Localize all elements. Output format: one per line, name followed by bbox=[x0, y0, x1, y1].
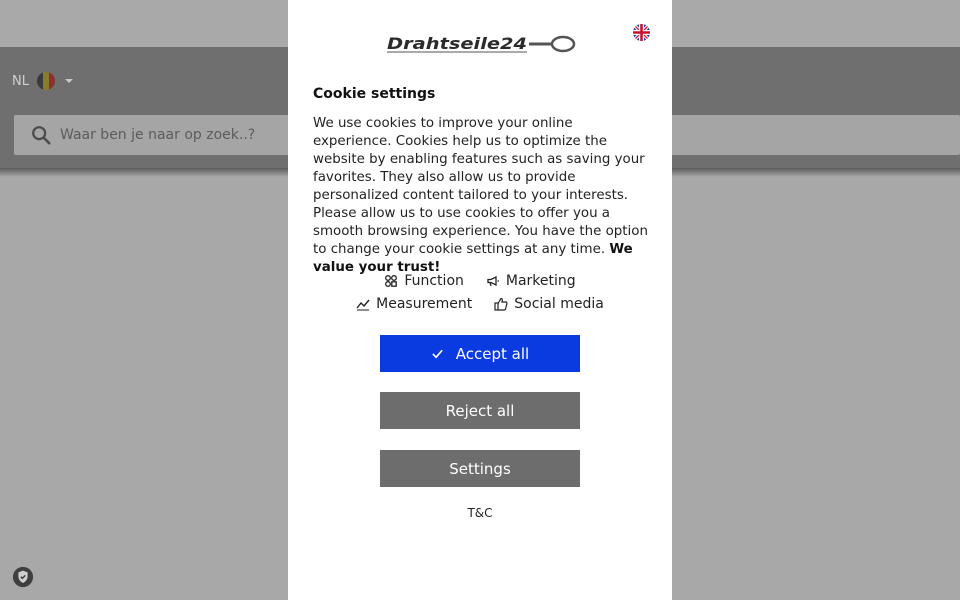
search-icon[interactable] bbox=[30, 124, 52, 146]
category-row-1: Function Marketing bbox=[288, 273, 672, 289]
category-marketing: Marketing bbox=[486, 273, 576, 289]
drahtseile24-logo: Drahtseile24 bbox=[387, 34, 576, 53]
chart-icon bbox=[356, 299, 370, 311]
category-label: Function bbox=[404, 273, 464, 289]
belgium-flag-icon bbox=[36, 72, 55, 90]
category-social-media: Social media bbox=[494, 296, 604, 312]
modal-description: We use cookies to improve your online ex… bbox=[313, 115, 653, 277]
category-measurement: Measurement bbox=[356, 296, 472, 312]
thumbs-up-icon bbox=[494, 297, 508, 311]
language-picker[interactable]: NL bbox=[12, 72, 73, 90]
settings-label: Settings bbox=[449, 459, 511, 478]
modal-title: Cookie settings bbox=[313, 86, 436, 102]
accept-all-button[interactable]: Accept all bbox=[380, 335, 580, 372]
function-icon bbox=[385, 275, 398, 287]
reject-all-button[interactable]: Reject all bbox=[380, 392, 580, 429]
terms-link[interactable]: T&C bbox=[288, 506, 672, 520]
chevron-down-icon bbox=[64, 79, 73, 83]
category-function: Function bbox=[384, 273, 464, 289]
privacy-shield-icon[interactable] bbox=[12, 566, 34, 588]
description-text: We use cookies to improve your online ex… bbox=[313, 116, 648, 257]
language-code: NL bbox=[12, 73, 29, 89]
uk-flag-icon[interactable] bbox=[633, 24, 650, 41]
category-label: Social media bbox=[514, 296, 604, 312]
category-row-2: Measurement Social media bbox=[288, 296, 672, 312]
category-label: Marketing bbox=[505, 273, 576, 289]
reject-all-label: Reject all bbox=[445, 401, 515, 420]
megaphone-icon bbox=[487, 275, 499, 287]
svg-text:Drahtseile24: Drahtseile24 bbox=[387, 34, 527, 53]
checkmark-icon bbox=[432, 349, 443, 359]
category-label: Measurement bbox=[376, 296, 473, 312]
accept-all-label: Accept all bbox=[455, 344, 530, 363]
settings-button[interactable]: Settings bbox=[380, 450, 580, 487]
